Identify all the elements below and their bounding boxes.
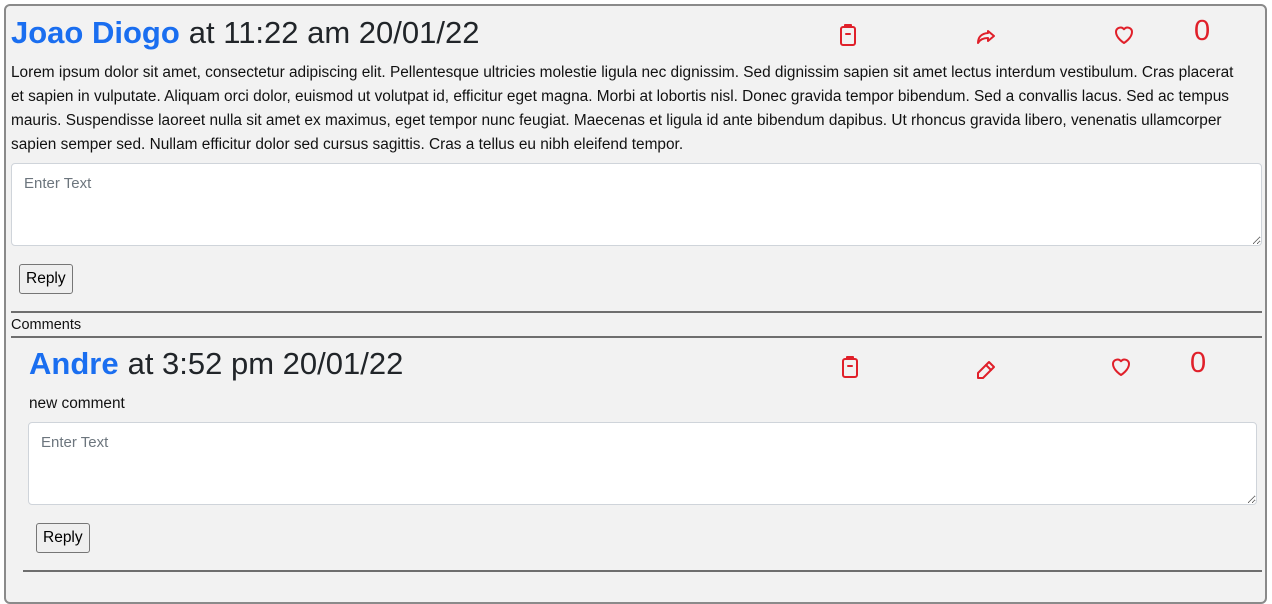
- comments-label: Comments: [11, 317, 82, 333]
- post-card: Joao Diogo at 11:22 am 20/01/22 0 Lorem …: [4, 4, 1267, 604]
- comment-reply-input[interactable]: [28, 422, 1257, 505]
- divider: [11, 311, 1262, 313]
- comment-like-count: 0: [1190, 347, 1207, 379]
- post-timestamp: at 11:22 am 20/01/22: [188, 15, 480, 50]
- share-icon[interactable]: [972, 23, 1000, 51]
- post-like-count: 0: [1194, 15, 1211, 47]
- divider: [23, 570, 1262, 572]
- comment-author-link[interactable]: Andre: [29, 346, 119, 382]
- post-reply-button[interactable]: Reply: [19, 264, 73, 294]
- post-reply-input[interactable]: [11, 163, 1262, 246]
- trash-icon[interactable]: [836, 353, 864, 381]
- edit-pencil-icon[interactable]: [972, 356, 1000, 384]
- post-header: Joao Diogo at 11:22 am 20/01/22: [11, 8, 479, 58]
- heart-icon[interactable]: [1110, 21, 1138, 49]
- comment-reply-button[interactable]: Reply: [36, 523, 90, 553]
- divider: [11, 336, 1262, 338]
- trash-icon[interactable]: [834, 21, 862, 49]
- comment-header: Andre at 3:52 pm 20/01/22: [29, 339, 403, 389]
- heart-icon[interactable]: [1107, 353, 1135, 381]
- comment-body: new comment: [29, 395, 125, 412]
- post-body: Lorem ipsum dolor sit amet, consectetur …: [11, 64, 1234, 153]
- post-author-link[interactable]: Joao Diogo: [11, 15, 180, 51]
- comment-timestamp: at 3:52 pm 20/01/22: [127, 346, 404, 381]
